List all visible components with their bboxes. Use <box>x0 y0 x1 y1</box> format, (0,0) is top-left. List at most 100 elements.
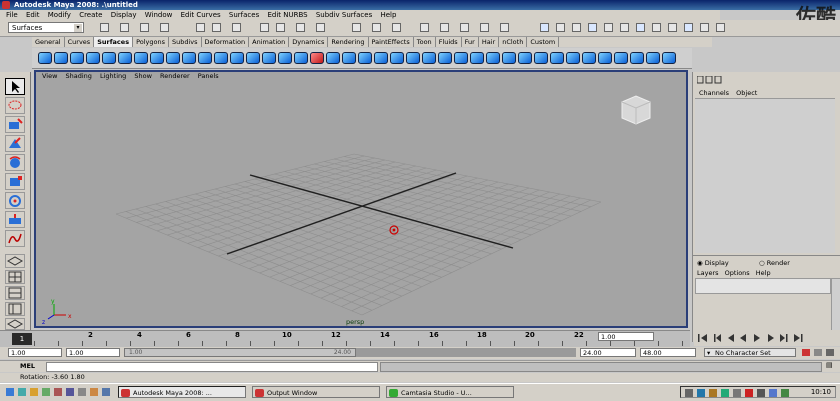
view-cube-icon[interactable] <box>621 95 651 125</box>
insert-isoparm-icon[interactable] <box>486 52 500 64</box>
select-by-hierarchy-icon[interactable] <box>160 23 169 32</box>
layer-list[interactable] <box>695 278 831 294</box>
auto-key-icons[interactable] <box>800 348 836 357</box>
menu-create[interactable]: Create <box>79 11 102 19</box>
layout-icon[interactable] <box>700 23 709 32</box>
menu-edit-curves[interactable]: Edit Curves <box>181 11 221 19</box>
lasso-tool-icon[interactable] <box>5 97 25 114</box>
bevel-icon[interactable] <box>342 52 356 64</box>
round-icon[interactable] <box>566 52 580 64</box>
save-scene-icon[interactable] <box>140 23 149 32</box>
tab-polygons[interactable]: Polygons <box>133 37 169 47</box>
cv-curve-icon[interactable] <box>166 52 180 64</box>
open-scene-icon[interactable] <box>120 23 129 32</box>
scale-tool-icon[interactable] <box>5 173 25 190</box>
time-slider[interactable]: 1 2 4 6 8 10 12 14 16 18 20 22 24 <box>0 330 690 347</box>
taskbar-camtasia-button[interactable]: Camtasia Studio - U... <box>386 386 514 398</box>
graph-layout-icon[interactable] <box>5 286 25 300</box>
pencil-curve-icon[interactable] <box>198 52 212 64</box>
nurbs-sphere-icon[interactable] <box>38 52 52 64</box>
mel-input[interactable] <box>46 362 378 372</box>
project-curve-icon[interactable] <box>374 52 388 64</box>
revolve-icon[interactable] <box>230 52 244 64</box>
range-slider-bar[interactable]: 1.00 24.00 <box>124 348 356 357</box>
detach-icon[interactable] <box>438 52 452 64</box>
ep-curve-icon[interactable] <box>182 52 196 64</box>
snap-grid-icon[interactable] <box>232 23 241 32</box>
panel-menu-view[interactable]: View <box>42 72 57 80</box>
offset-icon[interactable] <box>518 52 532 64</box>
new-scene-icon[interactable] <box>100 23 109 32</box>
tab-animation[interactable]: Animation <box>249 37 290 47</box>
menu-window[interactable]: Window <box>145 11 173 19</box>
script-editor-icon[interactable]: ▤ <box>826 361 836 370</box>
arc-icon[interactable] <box>214 52 228 64</box>
render-view-icon[interactable] <box>556 23 565 32</box>
panel-menu-renderer[interactable]: Renderer <box>160 72 190 80</box>
manipulator-tool-icon[interactable] <box>5 192 25 209</box>
attr-icon[interactable] <box>716 23 725 32</box>
current-time-field[interactable]: 1.00 <box>598 332 654 341</box>
ui-icon[interactable] <box>684 23 693 32</box>
menu-channels[interactable]: Channels <box>699 89 729 97</box>
select-tool-icon[interactable] <box>5 78 25 95</box>
boundary-icon[interactable] <box>310 52 324 64</box>
tab-subdivs[interactable]: Subdivs <box>169 37 202 47</box>
tab-dynamics[interactable]: Dynamics <box>289 37 329 47</box>
attribute-editor-icon[interactable] <box>460 23 469 32</box>
menu-file[interactable]: File <box>6 11 18 19</box>
select-by-object-icon[interactable] <box>196 23 205 32</box>
sculpt-surface-icon[interactable] <box>614 52 628 64</box>
tab-rendering[interactable]: Rendering <box>328 37 369 47</box>
single-pane-layout-icon[interactable] <box>5 254 25 268</box>
align-icon[interactable] <box>454 52 468 64</box>
stitch-icon[interactable] <box>598 52 612 64</box>
extend-icon[interactable] <box>502 52 516 64</box>
nurbs-torus-icon[interactable] <box>118 52 132 64</box>
trim-icon[interactable] <box>390 52 404 64</box>
surface-edit-icon[interactable] <box>630 52 644 64</box>
outliner-layout-icon[interactable] <box>5 302 25 316</box>
four-pane-layout-icon[interactable] <box>5 270 25 284</box>
planar-icon[interactable] <box>262 52 276 64</box>
attach-icon[interactable] <box>422 52 436 64</box>
channel-box-icon[interactable] <box>500 23 509 32</box>
render-layer-radio[interactable]: ○ Render <box>759 259 790 267</box>
panel-menu-show[interactable]: Show <box>134 72 152 80</box>
menu-edit[interactable]: Edit <box>26 11 40 19</box>
menu-surfaces[interactable]: Surfaces <box>229 11 259 19</box>
nurbs-circle-icon[interactable] <box>134 52 148 64</box>
tab-ncloth[interactable]: nCloth <box>499 37 528 47</box>
menu-edit-nurbs[interactable]: Edit NURBS <box>267 11 307 19</box>
nurbs-cube-icon[interactable] <box>54 52 68 64</box>
tab-painteffects[interactable]: PaintEffects <box>368 37 414 47</box>
graph-icon[interactable] <box>604 23 613 32</box>
character-set-dropdown[interactable]: ▾ No Character Set <box>704 348 796 357</box>
tab-custom[interactable]: Custom <box>527 37 560 47</box>
nurbs-square-icon[interactable] <box>150 52 164 64</box>
tool-settings-icon[interactable] <box>480 23 489 32</box>
start-time-field[interactable]: 1.00 <box>8 348 62 357</box>
perspective-viewport[interactable]: x y z persp <box>34 70 688 328</box>
snap-toggle-icon[interactable] <box>540 23 549 32</box>
taskbar-output-window-button[interactable]: Output Window <box>252 386 380 398</box>
tab-surfaces[interactable]: Surfaces <box>94 37 134 47</box>
tool-icon[interactable] <box>668 23 677 32</box>
move-tool-icon[interactable] <box>5 135 25 152</box>
render-current-icon[interactable] <box>572 23 581 32</box>
snap-curve-icon[interactable] <box>260 23 269 32</box>
tab-deformation[interactable]: Deformation <box>201 37 250 47</box>
paint-select-tool-icon[interactable] <box>5 116 25 133</box>
tab-fluids[interactable]: Fluids <box>435 37 462 47</box>
menu-help[interactable]: Help <box>756 269 771 277</box>
tab-curves[interactable]: Curves <box>64 37 95 47</box>
tab-toon[interactable]: Toon <box>413 37 436 47</box>
menu-options[interactable]: Options <box>725 269 750 277</box>
tab-fur[interactable]: Fur <box>461 37 479 47</box>
break-tangent-icon[interactable] <box>646 52 660 64</box>
menu-subdiv-surfaces[interactable]: Subdiv Surfaces <box>316 11 372 19</box>
outliner-icon[interactable] <box>620 23 629 32</box>
extrude-icon[interactable] <box>278 52 292 64</box>
render-settings-icon[interactable] <box>392 23 401 32</box>
menu-help[interactable]: Help <box>380 11 396 19</box>
